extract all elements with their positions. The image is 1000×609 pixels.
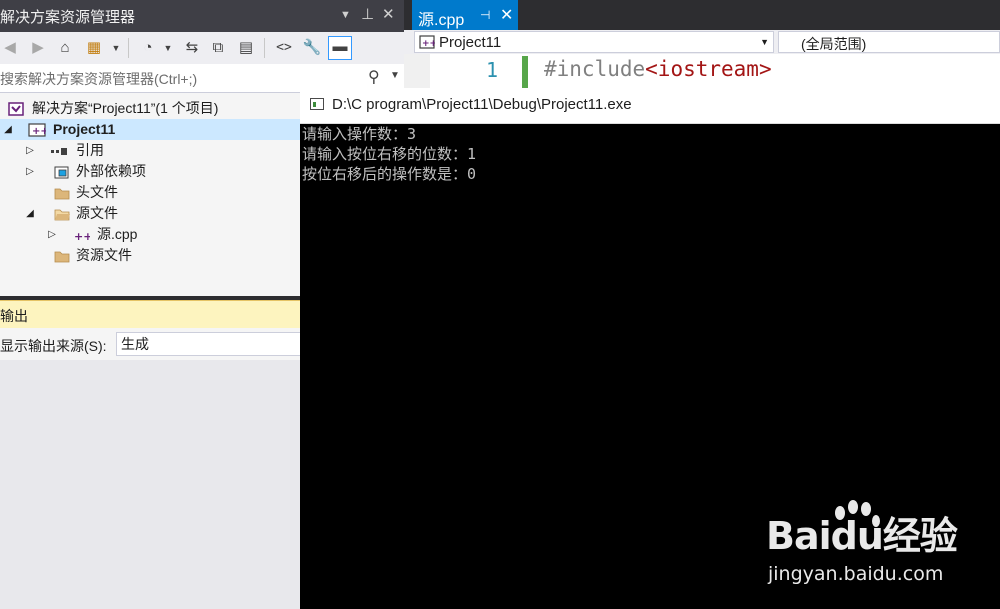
search-input[interactable]: 搜索解决方案资源管理器(Ctrl+;) (0, 69, 197, 89)
svg-text:++: ++ (32, 126, 46, 137)
toolbar-separator (264, 38, 265, 58)
tree-item-label: 引用 (76, 142, 104, 158)
forward-icon[interactable]: ▶ (28, 38, 48, 58)
include-header: <iostream> (645, 57, 772, 81)
scope-combo[interactable]: (全局范围) (778, 31, 1000, 53)
tree-item-project[interactable]: ◢ ++ Project11 (0, 119, 300, 140)
pending-changes-dropdown-icon[interactable]: ▼ (158, 38, 178, 58)
preview-selected-icon[interactable]: ▬ (328, 36, 352, 60)
console-line: 按位右移后的操作数是：0 (302, 165, 477, 183)
switch-views-dropdown-icon[interactable]: ▼ (106, 38, 126, 58)
tab-source-cpp[interactable]: 源.cpp ⊣ ✕ (412, 0, 518, 32)
watermark-brand: Baidu经验 (766, 514, 958, 558)
collapsed-arrow-icon[interactable]: ▷ (46, 224, 58, 245)
tree-item-external-dependencies[interactable]: ▷ 外部依赖项 (0, 161, 300, 182)
pin-icon[interactable]: ⊥ (361, 5, 374, 23)
watermark-url: jingyan.baidu.com (768, 563, 944, 585)
output-source-select[interactable]: 生成 (116, 332, 300, 356)
baidu-jingyan-watermark: Baidu经验 jingyan.baidu.com (766, 500, 986, 595)
svg-text:++: ++ (74, 230, 90, 243)
tree-item-label: Project11 (53, 121, 116, 137)
cpp-project-icon: ++ (419, 34, 437, 53)
solution-explorer-toolbar: ◀ ▶ ⌂ ▦ ▼ ◔ ▼ ⇆ ⧉ ▤ <> 🔧 ▬ (0, 32, 404, 65)
folder-icon (54, 248, 70, 264)
references-icon (50, 143, 67, 159)
svg-text:++: ++ (422, 39, 435, 49)
tree-item-label: 头文件 (76, 184, 118, 200)
tree-item-header-files[interactable]: 头文件 (0, 182, 300, 203)
search-options-icon[interactable]: ▼ (390, 70, 400, 81)
tree-item-solution[interactable]: 解决方案“Project11”(1 个项目) (0, 98, 300, 119)
pin-icon[interactable]: ⊣ (480, 8, 490, 22)
tree-item-label: 资源文件 (76, 247, 132, 263)
output-panel-title: 输出 (0, 308, 28, 324)
window-dropdown-icon[interactable]: ▼ (340, 9, 351, 21)
expanded-arrow-icon[interactable]: ◢ (2, 119, 14, 140)
console-app-icon (310, 98, 324, 110)
code-line[interactable]: #include<iostream> (544, 57, 772, 81)
tree-item-resource-files[interactable]: 资源文件 (0, 245, 300, 266)
solution-explorer-title: 解决方案资源管理器 (0, 9, 136, 26)
editor-navigation-bar: ++ Project11 ▼ (全局范围) (404, 30, 1000, 54)
console-line: 请输入操作数：3 (302, 125, 417, 143)
solution-icon (8, 101, 24, 117)
project-combo[interactable]: ++ Project11 ▼ (414, 31, 774, 53)
project-combo-value: Project11 (439, 34, 502, 51)
switch-views-icon[interactable]: ▦ (84, 38, 104, 58)
search-icon[interactable]: ⚲ (368, 67, 380, 87)
cpp-file-icon: ++ (74, 227, 92, 243)
view-code-icon[interactable]: <> (274, 38, 294, 58)
console-line: 请输入按位右移的位数：1 (302, 145, 477, 163)
show-all-files-icon[interactable]: ▤ (236, 38, 256, 58)
properties-wrench-icon[interactable]: 🔧 (302, 38, 322, 58)
collapsed-arrow-icon[interactable]: ▷ (24, 161, 36, 182)
toolbar-separator (128, 38, 129, 58)
solution-tree: 解决方案“Project11”(1 个项目) ◢ ++ Project11 ▷ … (0, 96, 300, 294)
expanded-arrow-icon[interactable]: ◢ (24, 203, 36, 224)
pending-changes-icon[interactable]: ◔ (138, 38, 158, 58)
console-output[interactable]: 请输入操作数：3 请输入按位右移的位数：1 按位右移后的操作数是：0 (302, 124, 992, 184)
line-number: 1 (486, 58, 499, 82)
folder-icon (54, 185, 70, 201)
sync-icon[interactable]: ⇆ (182, 38, 202, 58)
tree-item-label: 解决方案“Project11”(1 个项目) (32, 100, 219, 116)
output-panel-header: 输出 (0, 300, 300, 328)
tree-item-label: 源文件 (76, 205, 118, 221)
tree-item-references[interactable]: ▷ 引用 (0, 140, 300, 161)
console-titlebar[interactable]: D:\C program\Project11\Debug\Project11.e… (300, 88, 1000, 124)
solution-explorer-titlebar: 解决方案资源管理器 ▼ ⊥ ✕ (0, 0, 404, 32)
home-icon[interactable]: ⌂ (55, 38, 75, 58)
tree-item-source-files[interactable]: ◢ 源文件 (0, 203, 300, 224)
tree-item-label: 源.cpp (97, 226, 138, 242)
open-folder-icon (54, 206, 70, 222)
tree-item-label: 外部依赖项 (76, 163, 146, 179)
output-source-label: 显示输出来源(S): (0, 338, 107, 354)
close-tab-icon[interactable]: ✕ (500, 5, 513, 25)
collapsed-arrow-icon[interactable]: ▷ (24, 140, 36, 161)
chevron-down-icon[interactable]: ▼ (760, 37, 769, 47)
tree-item-source-cpp[interactable]: ▷ ++ 源.cpp (0, 224, 300, 245)
close-icon[interactable]: ✕ (382, 5, 395, 23)
tab-label: 源.cpp (418, 12, 465, 29)
output-text-area[interactable] (0, 360, 300, 609)
cpp-project-icon: ++ (28, 122, 49, 138)
scope-combo-value: (全局范围) (801, 36, 867, 52)
output-source-bar: 显示输出来源(S): 生成 (0, 328, 300, 360)
back-icon[interactable]: ◀ (0, 38, 20, 58)
editor-tab-strip: 源.cpp ⊣ ✕ (404, 0, 1000, 32)
preprocessor-directive: #include (544, 57, 646, 81)
collapse-all-icon[interactable]: ⧉ (208, 38, 228, 58)
external-dependencies-icon (54, 164, 70, 180)
console-title: D:\C program\Project11\Debug\Project11.e… (332, 96, 632, 113)
